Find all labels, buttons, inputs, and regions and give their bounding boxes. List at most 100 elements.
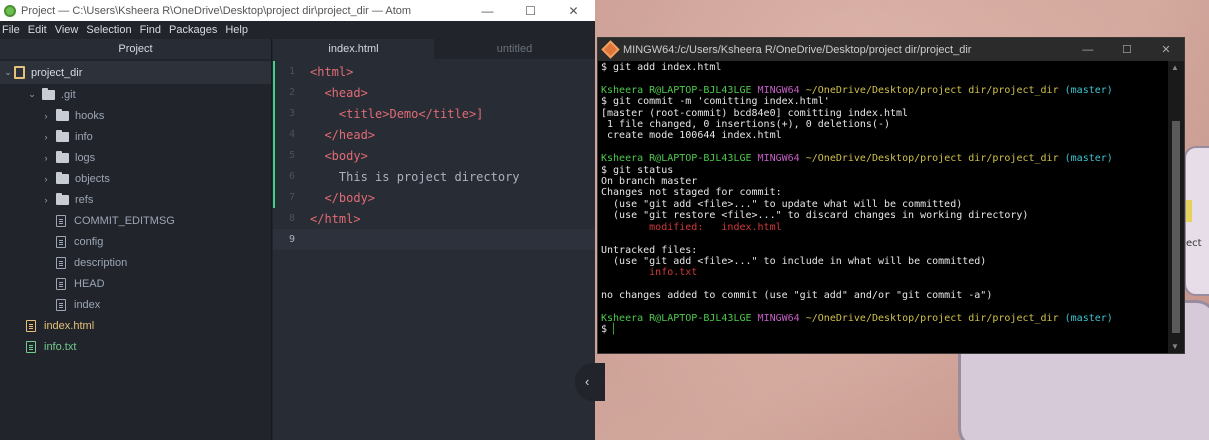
tree-item-label: info [75, 130, 93, 143]
tree-item-info-txt[interactable]: info.txt [0, 336, 271, 357]
tree-item-commit-editmsg[interactable]: COMMIT_EDITMSG [0, 210, 271, 231]
terminal-line: On branch master [601, 176, 698, 188]
git-bash-icon [601, 40, 620, 59]
menu-file[interactable]: File [2, 24, 20, 36]
tree-item-label: info.txt [44, 340, 77, 353]
code-editor[interactable]: index.html untitled 1 <html> 2 <head> 3 <… [273, 39, 595, 440]
atom-logo-icon [4, 4, 16, 17]
terminal-line: $ git add index.html [601, 62, 722, 73]
menu-find[interactable]: Find [140, 24, 161, 36]
terminal-cursor: ▏ [613, 324, 620, 336]
tree-item-refs[interactable]: › refs [0, 189, 271, 210]
terminal-minimize-button[interactable]: — [1070, 44, 1106, 56]
file-icon [56, 256, 66, 269]
terminal-input-line[interactable]: $ ▏ [601, 324, 1169, 335]
desktop-label: ect [1186, 238, 1202, 249]
tree-item-config[interactable]: config [0, 231, 271, 252]
tree-item-index[interactable]: index [0, 294, 271, 315]
atom-titlebar[interactable]: Project — C:\Users\Ksheera R\OneDrive\De… [0, 0, 595, 21]
terminal-scrollbar[interactable]: ▲ ▼ [1168, 61, 1184, 353]
tree-item-hooks[interactable]: › hooks [0, 105, 271, 126]
tree-item-project-dir[interactable]: ⌄ project_dir [0, 61, 271, 84]
tree-item-label: description [74, 256, 128, 269]
terminal-line: 1 file changed, 0 insertions(+), 0 delet… [601, 119, 890, 131]
code-line: 1 <html> [273, 61, 595, 82]
tree-item-logs[interactable]: › logs [0, 147, 271, 168]
menu-packages[interactable]: Packages [169, 24, 217, 36]
file-icon [56, 214, 66, 227]
code-line: 3 <title>Demo</title>] [273, 103, 595, 124]
terminal-line: $ git commit -m 'comitting index.html' [601, 96, 830, 108]
line-number: 5 [288, 150, 295, 161]
chevron-right-icon: › [44, 110, 48, 121]
tree-item-description[interactable]: description [0, 252, 271, 273]
chevron-down-icon: ⌄ [4, 67, 12, 77]
tree-item-head[interactable]: HEAD [0, 273, 271, 294]
folder-icon [56, 108, 69, 121]
tab-index-html[interactable]: index.html [273, 39, 434, 59]
tab-untitled[interactable]: untitled [434, 39, 595, 59]
tree-item-label: project_dir [31, 66, 83, 79]
prompt-shell: MINGW64 [757, 312, 800, 324]
terminal-line: ​ [601, 302, 1169, 313]
prompt-branch: (master) [1064, 312, 1113, 324]
file-icon [56, 235, 66, 248]
terminal-line-modified: modified: index.html [601, 221, 782, 233]
terminal-output[interactable]: $ git add index.html​Ksheera R@LAPTOP-BJ… [601, 62, 1169, 336]
code-area[interactable]: 1 <html> 2 <head> 3 <title>Demo</title>] … [273, 59, 595, 250]
line-number: 1 [288, 66, 295, 77]
file-icon [56, 277, 66, 290]
terminal-line: ​ [601, 233, 1169, 244]
code-text: This is project directory [310, 169, 520, 184]
terminal-window[interactable]: MINGW64:/c/Users/Ksheera R/OneDrive/Desk… [597, 37, 1185, 354]
editor-tabs: index.html untitled [273, 39, 595, 59]
terminal-titlebar[interactable]: MINGW64:/c/Users/Ksheera R/OneDrive/Desk… [598, 38, 1184, 61]
prompt-symbol: $ [601, 324, 614, 336]
scrollbar-thumb[interactable] [1172, 121, 1180, 333]
tree-item-label: config [74, 235, 104, 248]
prompt-branch: (master) [1064, 84, 1113, 96]
scroll-up-icon[interactable]: ▲ [1171, 63, 1179, 72]
tree-item-git[interactable]: ⌄ .git [0, 84, 271, 105]
atom-menubar: File Edit View Selection Find Packages H… [0, 21, 595, 39]
tree-item-label: index.html [44, 319, 95, 332]
code-line: 5 <body> [273, 145, 595, 166]
tree-item-objects[interactable]: › objects [0, 168, 271, 189]
chevron-right-icon: › [44, 131, 48, 142]
terminal-prompt-line: Ksheera R@LAPTOP-BJL43LGE MINGW64 ~/OneD… [601, 313, 1169, 324]
menu-edit[interactable]: Edit [28, 24, 47, 36]
line-number: 6 [288, 171, 295, 182]
chevron-right-icon: › [44, 173, 48, 184]
menu-selection[interactable]: Selection [86, 24, 131, 36]
terminal-maximize-button[interactable]: ☐ [1109, 43, 1145, 56]
terminal-prompt-line: Ksheera R@LAPTOP-BJL43LGE MINGW64 ~/OneD… [601, 85, 1169, 96]
scroll-down-icon[interactable]: ▼ [1171, 342, 1179, 351]
minimize-button[interactable]: — [466, 4, 509, 18]
terminal-close-button[interactable]: ✕ [1148, 43, 1184, 56]
project-tree: Project ⌄ project_dir ⌄ .git › hooks › i… [0, 39, 272, 440]
collapse-dock-icon[interactable]: ‹ [575, 363, 605, 401]
tree-item-info[interactable]: › info [0, 126, 271, 147]
maximize-button[interactable]: ☐ [509, 4, 552, 18]
folder-icon [56, 171, 69, 184]
tree-item-label: COMMIT_EDITMSG [74, 214, 175, 227]
desktop-yellow-mark [1186, 200, 1192, 222]
terminal-line: Untracked files: [601, 244, 698, 256]
close-button[interactable]: ✕ [552, 4, 595, 18]
tree-header: Project [0, 39, 271, 59]
repo-icon [14, 66, 25, 79]
terminal-title: MINGW64:/c/Users/Ksheera R/OneDrive/Desk… [623, 43, 972, 56]
chevron-down-icon: ⌄ [28, 89, 36, 99]
tree-item-label: index [74, 298, 101, 311]
terminal-line: ​ [601, 142, 1169, 153]
menu-help[interactable]: Help [225, 24, 248, 36]
line-number: 9 [288, 234, 295, 245]
folder-icon [56, 192, 69, 205]
prompt-shell: MINGW64 [757, 84, 800, 96]
tree-item-label: objects [75, 172, 110, 185]
tree-item-index-html[interactable]: index.html [0, 315, 271, 336]
tree-item-label: hooks [75, 109, 105, 122]
terminal-line: $ git status [601, 164, 674, 176]
menu-view[interactable]: View [55, 24, 79, 36]
folder-icon [42, 87, 55, 100]
